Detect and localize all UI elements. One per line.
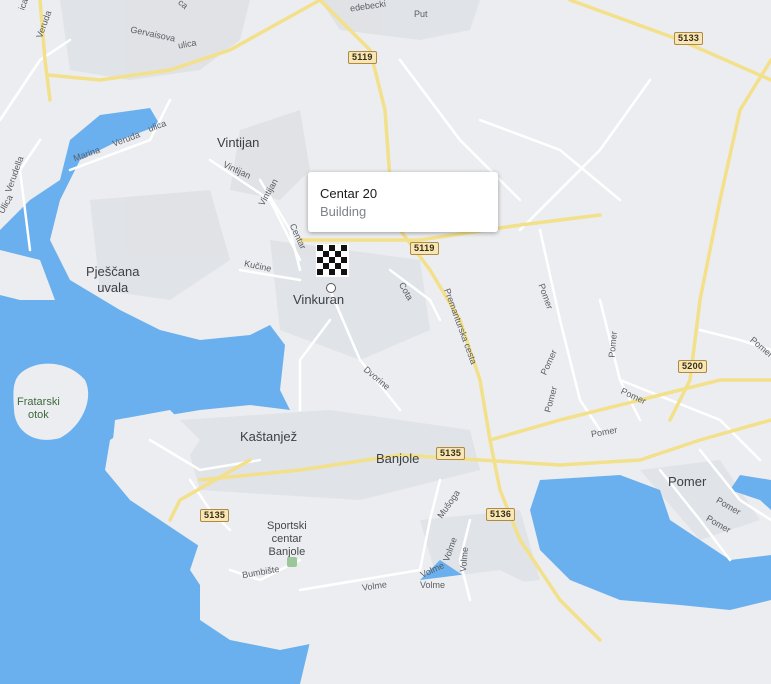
park-icon: [287, 557, 297, 567]
road-shield-5135-west: 5135: [200, 509, 230, 522]
place-label-kastanjez: Kaštanjež: [240, 429, 298, 444]
place-label-vinkuran: Vinkuran: [293, 292, 345, 307]
place-label-fratarski-line1: Fratarski: [17, 396, 60, 408]
road-shield-5135-banjole: 5135: [436, 447, 466, 460]
road-shield-5200: 5200: [678, 360, 708, 373]
popup-title: Centar 20: [320, 186, 378, 201]
place-label-sportski-line2: centar: [271, 533, 303, 545]
map-canvas[interactable]: Vintijan Vinkuran Pješčana uvala Kaštanj…: [0, 0, 771, 684]
place-label-banjole: Banjole: [376, 451, 420, 466]
popup-subtitle: Building: [320, 204, 367, 219]
place-label-vintijan: Vintijan: [217, 135, 260, 150]
place-label-sportski-line1: Sportski: [267, 520, 307, 532]
place-label-fratarski-otok: Fratarski otok: [17, 396, 60, 422]
road-shield-5133: 5133: [674, 32, 704, 45]
place-label-fratarski-line2: otok: [27, 409, 49, 421]
place-label-pjescana-uvala: Pješčana uvala: [86, 264, 139, 296]
place-label-pjescana-line1: Pješčana: [86, 264, 140, 279]
road-shield-5119-mid: 5119: [410, 242, 439, 255]
location-popup[interactable]: Centar 20 Building: [308, 172, 498, 232]
place-label-pomer: Pomer: [668, 474, 707, 489]
checkered-flag-icon[interactable]: [316, 244, 349, 277]
place-label-pjescana-line2: uvala: [97, 280, 129, 295]
street-label-volme-4: Volme: [420, 580, 446, 590]
place-label-sportski-centar: Sportski centar Banjole: [267, 520, 307, 559]
road-shield-5136: 5136: [486, 508, 516, 521]
road-shield-5119-top: 5119: [348, 51, 377, 64]
marker-pin: [326, 283, 336, 293]
street-label-put: Put: [414, 9, 428, 19]
